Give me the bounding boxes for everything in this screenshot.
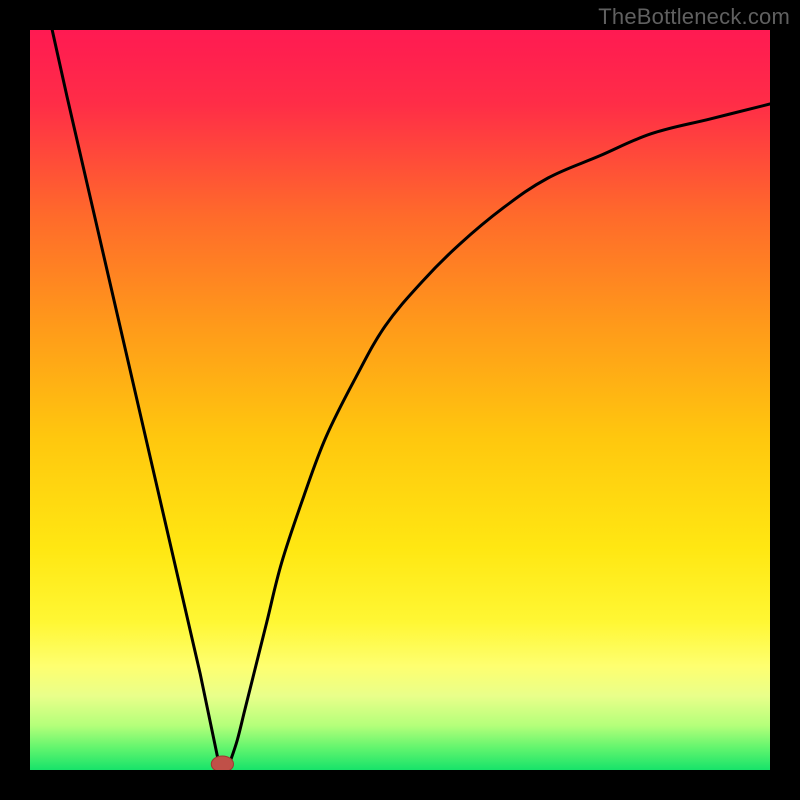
chart-frame: TheBottleneck.com xyxy=(0,0,800,800)
gradient-background xyxy=(30,30,770,770)
watermark-text: TheBottleneck.com xyxy=(598,4,790,30)
chart-svg xyxy=(30,30,770,770)
plot-area xyxy=(30,30,770,770)
minimum-marker xyxy=(211,756,233,770)
